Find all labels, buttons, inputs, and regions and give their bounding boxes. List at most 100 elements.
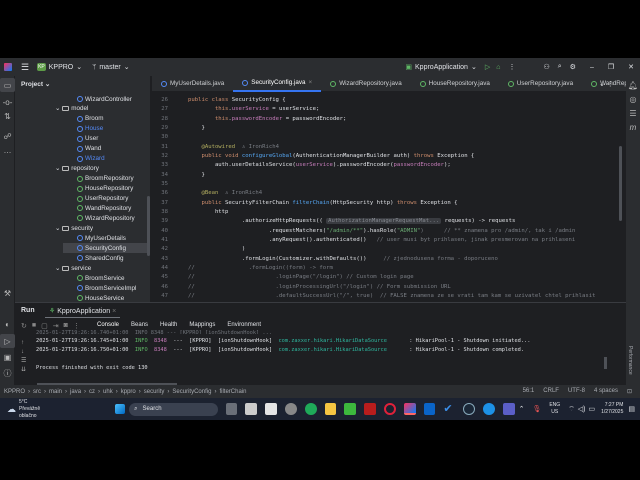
taskbar-search[interactable]: ⌕ Search <box>129 402 218 416</box>
editor-scrollbar[interactable] <box>619 146 622 221</box>
exit-icon[interactable]: ⇥ <box>53 322 59 330</box>
windows-start-icon[interactable] <box>115 404 126 414</box>
tree-item[interactable]: BroomService <box>77 273 125 283</box>
tree-item[interactable]: UserRepository <box>77 194 128 204</box>
more-icon[interactable]: ⋮ <box>73 322 80 330</box>
intellij-icon[interactable] <box>403 403 416 415</box>
tree-item[interactable]: Wizard <box>77 154 105 164</box>
run-icon[interactable]: ▷ <box>485 63 490 71</box>
restore-icon[interactable]: ❐ <box>608 63 614 71</box>
tree-item[interactable]: MyUserDetails <box>77 233 126 243</box>
pull-requests-icon[interactable]: ⇅ <box>0 109 15 123</box>
minimize-icon[interactable]: – <box>590 64 594 71</box>
run-tab-mappings[interactable]: Mappings <box>189 322 215 328</box>
breadcrumb-item[interactable]: cz <box>89 389 95 395</box>
docker-icon[interactable] <box>482 403 495 415</box>
teams-icon[interactable] <box>502 403 515 415</box>
commit-icon[interactable]: -o- <box>0 95 15 109</box>
encoding[interactable]: UTF-8 <box>568 388 585 395</box>
expand-chevron-icon[interactable]: ⌄ <box>55 165 60 172</box>
run-tab-environment[interactable]: Environment <box>227 322 261 328</box>
volume-icon[interactable]: ◁) <box>578 405 586 413</box>
tree-item[interactable]: SharedConfig <box>77 253 124 263</box>
run-config-tab[interactable]: ⚘ KpproApplication × <box>45 305 121 318</box>
battery-icon[interactable]: ▭ <box>589 405 596 413</box>
tree-item[interactable]: HouseRepository <box>77 184 133 194</box>
camera-icon[interactable]: ◙ <box>64 322 68 330</box>
breadcrumb-item[interactable]: SecurityConfig <box>172 389 211 395</box>
code-area[interactable]: 26 public class SecurityConfig {27 this.u… <box>152 96 612 302</box>
soft-wrap-icon[interactable]: ☰ <box>21 357 26 366</box>
tray-chevron-icon[interactable]: ⌃ <box>519 405 525 413</box>
branch-selector[interactable]: ᛘ master ⌄ <box>92 63 129 72</box>
weather-widget[interactable]: 5°C Převážně oblačno <box>19 399 58 420</box>
line-ending[interactable]: CRLF <box>543 388 559 395</box>
breadcrumb-item[interactable]: security <box>144 389 165 395</box>
run-tab-console[interactable]: Console <box>97 322 119 328</box>
restore-layout-icon[interactable]: ▢ <box>41 322 48 330</box>
run-tab-health[interactable]: Health <box>160 322 177 328</box>
app-icon[interactable] <box>344 403 357 415</box>
more-icon[interactable]: ⋮ <box>508 63 515 71</box>
editor-tab[interactable]: HouseRepository.java <box>411 76 499 92</box>
tree-item[interactable]: BroomServiceImpl <box>77 283 136 293</box>
breadcrumb-item[interactable]: main <box>49 389 62 395</box>
project-folder-icon[interactable]: ▭ <box>0 78 15 92</box>
tree-item[interactable]: User <box>77 134 98 144</box>
editor-tab[interactable]: UserRepository.java <box>499 76 582 92</box>
app-icon[interactable] <box>304 403 317 415</box>
editor-tab[interactable]: WizardRepository.java <box>321 76 411 92</box>
tree-item[interactable]: House <box>77 124 103 134</box>
close-icon[interactable]: ✕ <box>628 63 634 71</box>
rerun-icon[interactable]: ↻ <box>21 322 27 330</box>
expand-chevron-icon[interactable]: ⌄ <box>55 105 60 112</box>
settings-icon[interactable]: ⚙ <box>570 63 576 71</box>
app-icon[interactable] <box>265 403 277 415</box>
language-indicator[interactable]: ENG US <box>549 402 560 416</box>
main-menu-icon[interactable]: ☰ <box>21 62 29 73</box>
wifi-icon[interactable]: ⌔ <box>568 405 575 414</box>
breadcrumb-item[interactable]: KPPRO <box>4 389 25 395</box>
run-tab-beans[interactable]: Beans <box>131 322 148 328</box>
performance-tab[interactable]: Performance <box>627 346 633 375</box>
app-icon[interactable] <box>364 403 376 415</box>
file-explorer-icon[interactable] <box>324 403 337 415</box>
breadcrumb-item[interactable]: uhk <box>103 389 113 395</box>
maven-icon[interactable]: m <box>626 120 640 134</box>
caret-position[interactable]: 56:1 <box>523 388 535 395</box>
down-icon[interactable]: ↓ <box>21 348 26 357</box>
indent-setting[interactable]: 4 spaces <box>594 388 618 395</box>
microphone-icon[interactable]: 🎙︎ <box>532 405 541 413</box>
tree-item[interactable]: ⌄ model <box>55 104 88 114</box>
tree-item[interactable]: BroomRepository <box>77 174 134 184</box>
code-with-me-icon[interactable]: ⚇ <box>543 63 549 71</box>
close-tab-icon[interactable]: × <box>112 308 116 315</box>
tree-item[interactable]: WizardController <box>77 94 132 104</box>
build-icon[interactable]: ⚒ <box>0 286 15 300</box>
steam-icon[interactable] <box>463 403 475 415</box>
console-scrollbar[interactable] <box>604 357 607 369</box>
app-icon[interactable] <box>245 403 258 415</box>
tree-item[interactable]: ⌄ security <box>55 223 93 233</box>
clock[interactable]: 7:27 PM 1/27/2025 <box>601 402 623 416</box>
more-tools-icon[interactable]: … <box>0 143 15 157</box>
scroll-end-icon[interactable]: ⇊ <box>21 366 26 375</box>
notifications-icon[interactable]: 🔔︎ <box>626 78 640 92</box>
database-icon[interactable]: ☰ <box>626 106 640 120</box>
debug-icon[interactable]: ⌂ <box>496 64 500 71</box>
close-tab-icon[interactable]: × <box>309 79 313 86</box>
app-icon[interactable] <box>285 403 297 415</box>
tree-item[interactable]: ⌄ repository <box>55 164 99 174</box>
tree-item[interactable]: Broom <box>77 114 104 124</box>
structure-icon[interactable]: ☍ <box>0 129 15 143</box>
tree-item[interactable]: Wand <box>77 144 101 154</box>
breadcrumb-item[interactable]: filterChain <box>219 389 246 395</box>
opera-icon[interactable] <box>383 403 396 415</box>
terminal-icon[interactable]: ▣ <box>0 350 15 364</box>
outlook-icon[interactable] <box>423 403 436 415</box>
problems-icon[interactable]: ⓘ <box>0 366 15 380</box>
tree-item[interactable]: WandRepository <box>77 203 131 213</box>
ai-assistant-icon[interactable]: ◎ <box>626 92 640 106</box>
todo-icon[interactable]: ✔ <box>443 403 455 415</box>
notification-center-icon[interactable]: ▤ <box>628 405 635 413</box>
